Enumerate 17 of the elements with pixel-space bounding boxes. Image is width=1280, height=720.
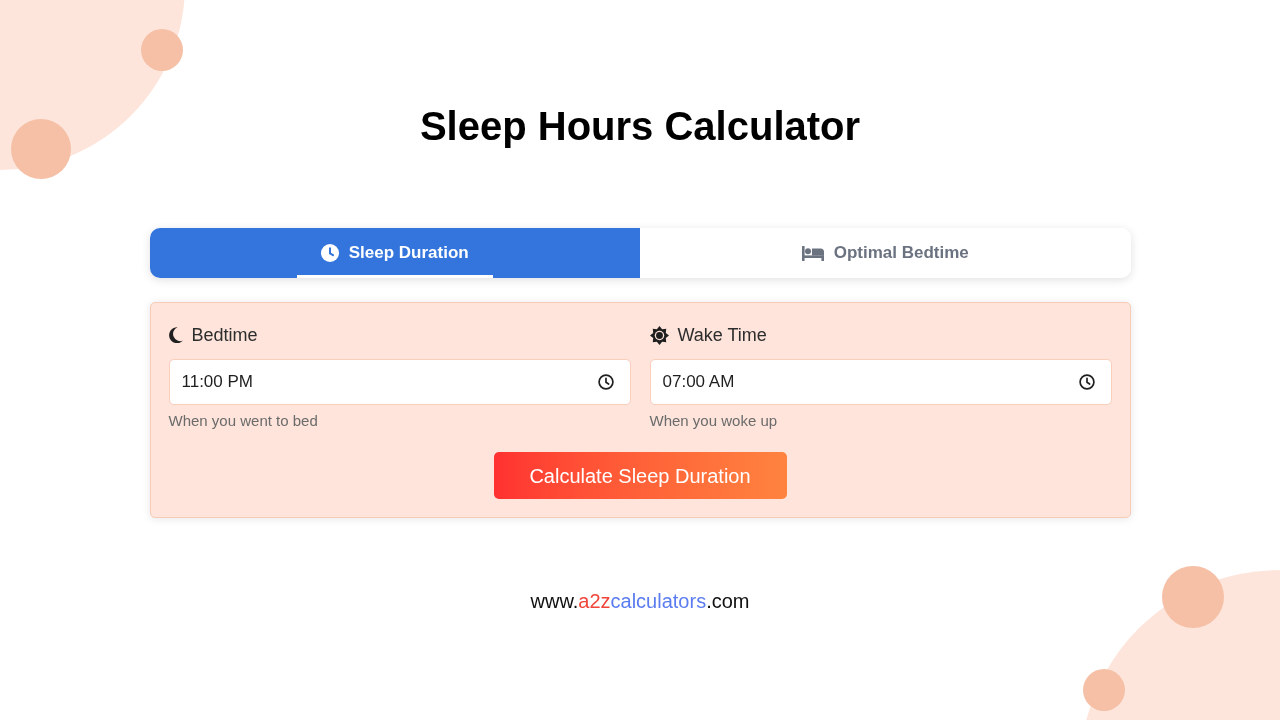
calculate-button[interactable]: Calculate Sleep Duration [493,452,787,499]
time-input[interactable]: 11:00 PM [168,359,631,405]
time-input[interactable]: 07:00 AM [649,359,1112,405]
page-title: Sleep Hours Calculator [419,103,861,150]
tab[interactable]: Sleep Duration [149,228,640,278]
clock-icon [1078,374,1095,390]
sun-icon [649,325,669,345]
clock-icon [597,374,614,390]
clock-icon [320,244,339,262]
field-label: Bedtime [191,324,258,347]
moon-icon [168,327,183,343]
field-hint: When you went to bed [168,411,318,431]
field-hint: When you woke up [649,411,778,431]
website-url: www.a2zcalculators.com [530,589,750,614]
tab[interactable]: Optimal Bedtime [640,228,1131,278]
bed-icon [801,245,824,261]
field-label: Wake Time [677,324,767,347]
